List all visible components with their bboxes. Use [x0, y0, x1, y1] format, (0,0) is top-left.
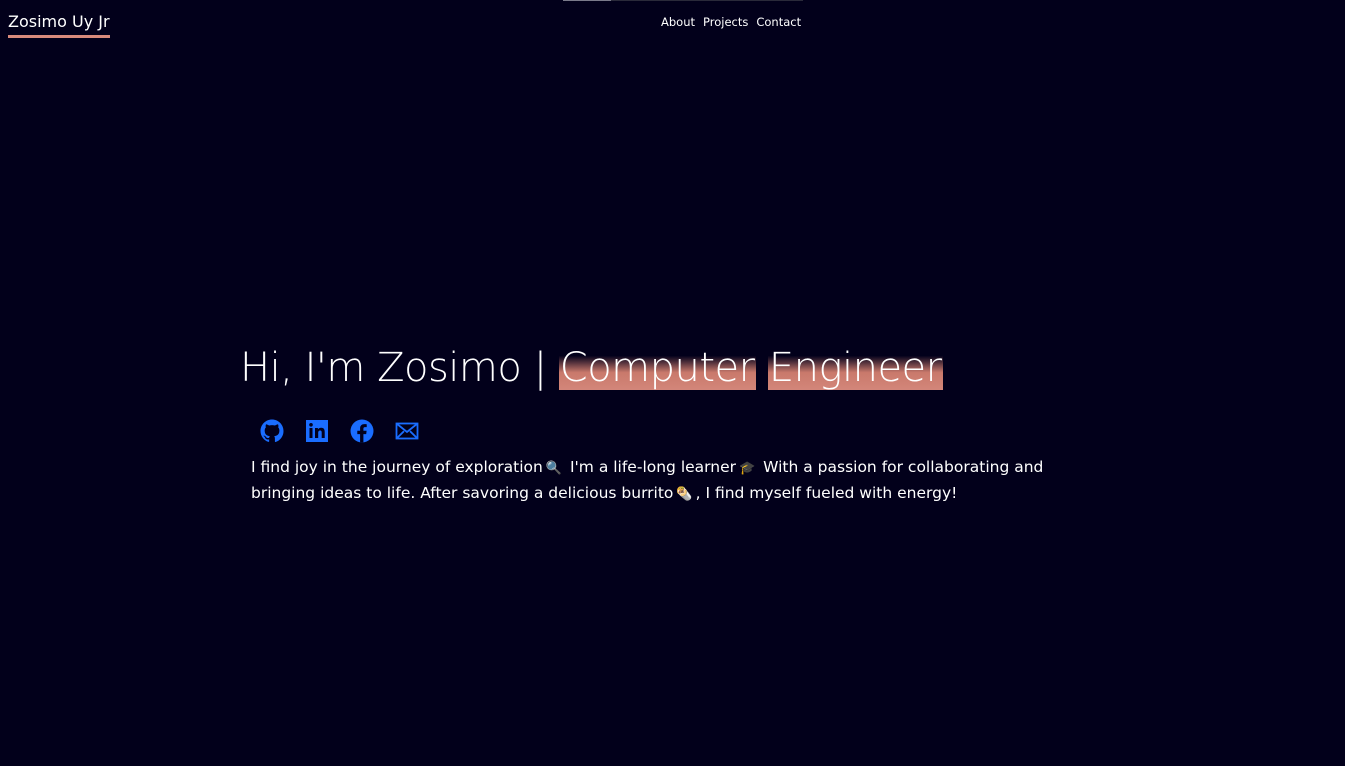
nav-link-projects[interactable]: Projects — [703, 14, 748, 30]
scroll-progress-fill — [563, 0, 611, 1]
bio-part-1: I find joy in the journey of exploration — [251, 458, 543, 476]
graduation-cap-icon: 🎓 — [739, 461, 756, 476]
nav-link-contact[interactable]: Contact — [756, 14, 801, 30]
mail-icon[interactable] — [395, 419, 419, 443]
hero-greeting: Hi, I'm Zosimo | — [240, 345, 559, 391]
facebook-icon[interactable] — [350, 419, 374, 443]
github-icon[interactable] — [260, 419, 284, 443]
role-highlight-engineer: Engineer — [767, 345, 943, 391]
magnifier-icon: 🔍 — [545, 461, 563, 476]
page: Zosimo Uy Jr About Projects Contact Hi, … — [0, 0, 1345, 766]
burrito-icon: 🌯 — [676, 487, 693, 502]
social-links — [260, 419, 419, 443]
role-highlight-computer: Computer — [558, 345, 756, 391]
site-brand[interactable]: Zosimo Uy Jr — [8, 11, 110, 38]
bio-text: I find joy in the journey of exploration… — [251, 455, 1071, 507]
scroll-progress-bar — [563, 0, 803, 1]
bio-part-4: , I find myself fueled with energy! — [695, 484, 958, 502]
main-nav: About Projects Contact — [661, 14, 801, 30]
linkedin-icon[interactable] — [305, 419, 329, 443]
bio-part-2: I'm a life-long learner — [565, 458, 736, 476]
hero-title: Hi, I'm Zosimo | Computer Engineer — [240, 340, 943, 396]
nav-link-about[interactable]: About — [661, 14, 695, 30]
